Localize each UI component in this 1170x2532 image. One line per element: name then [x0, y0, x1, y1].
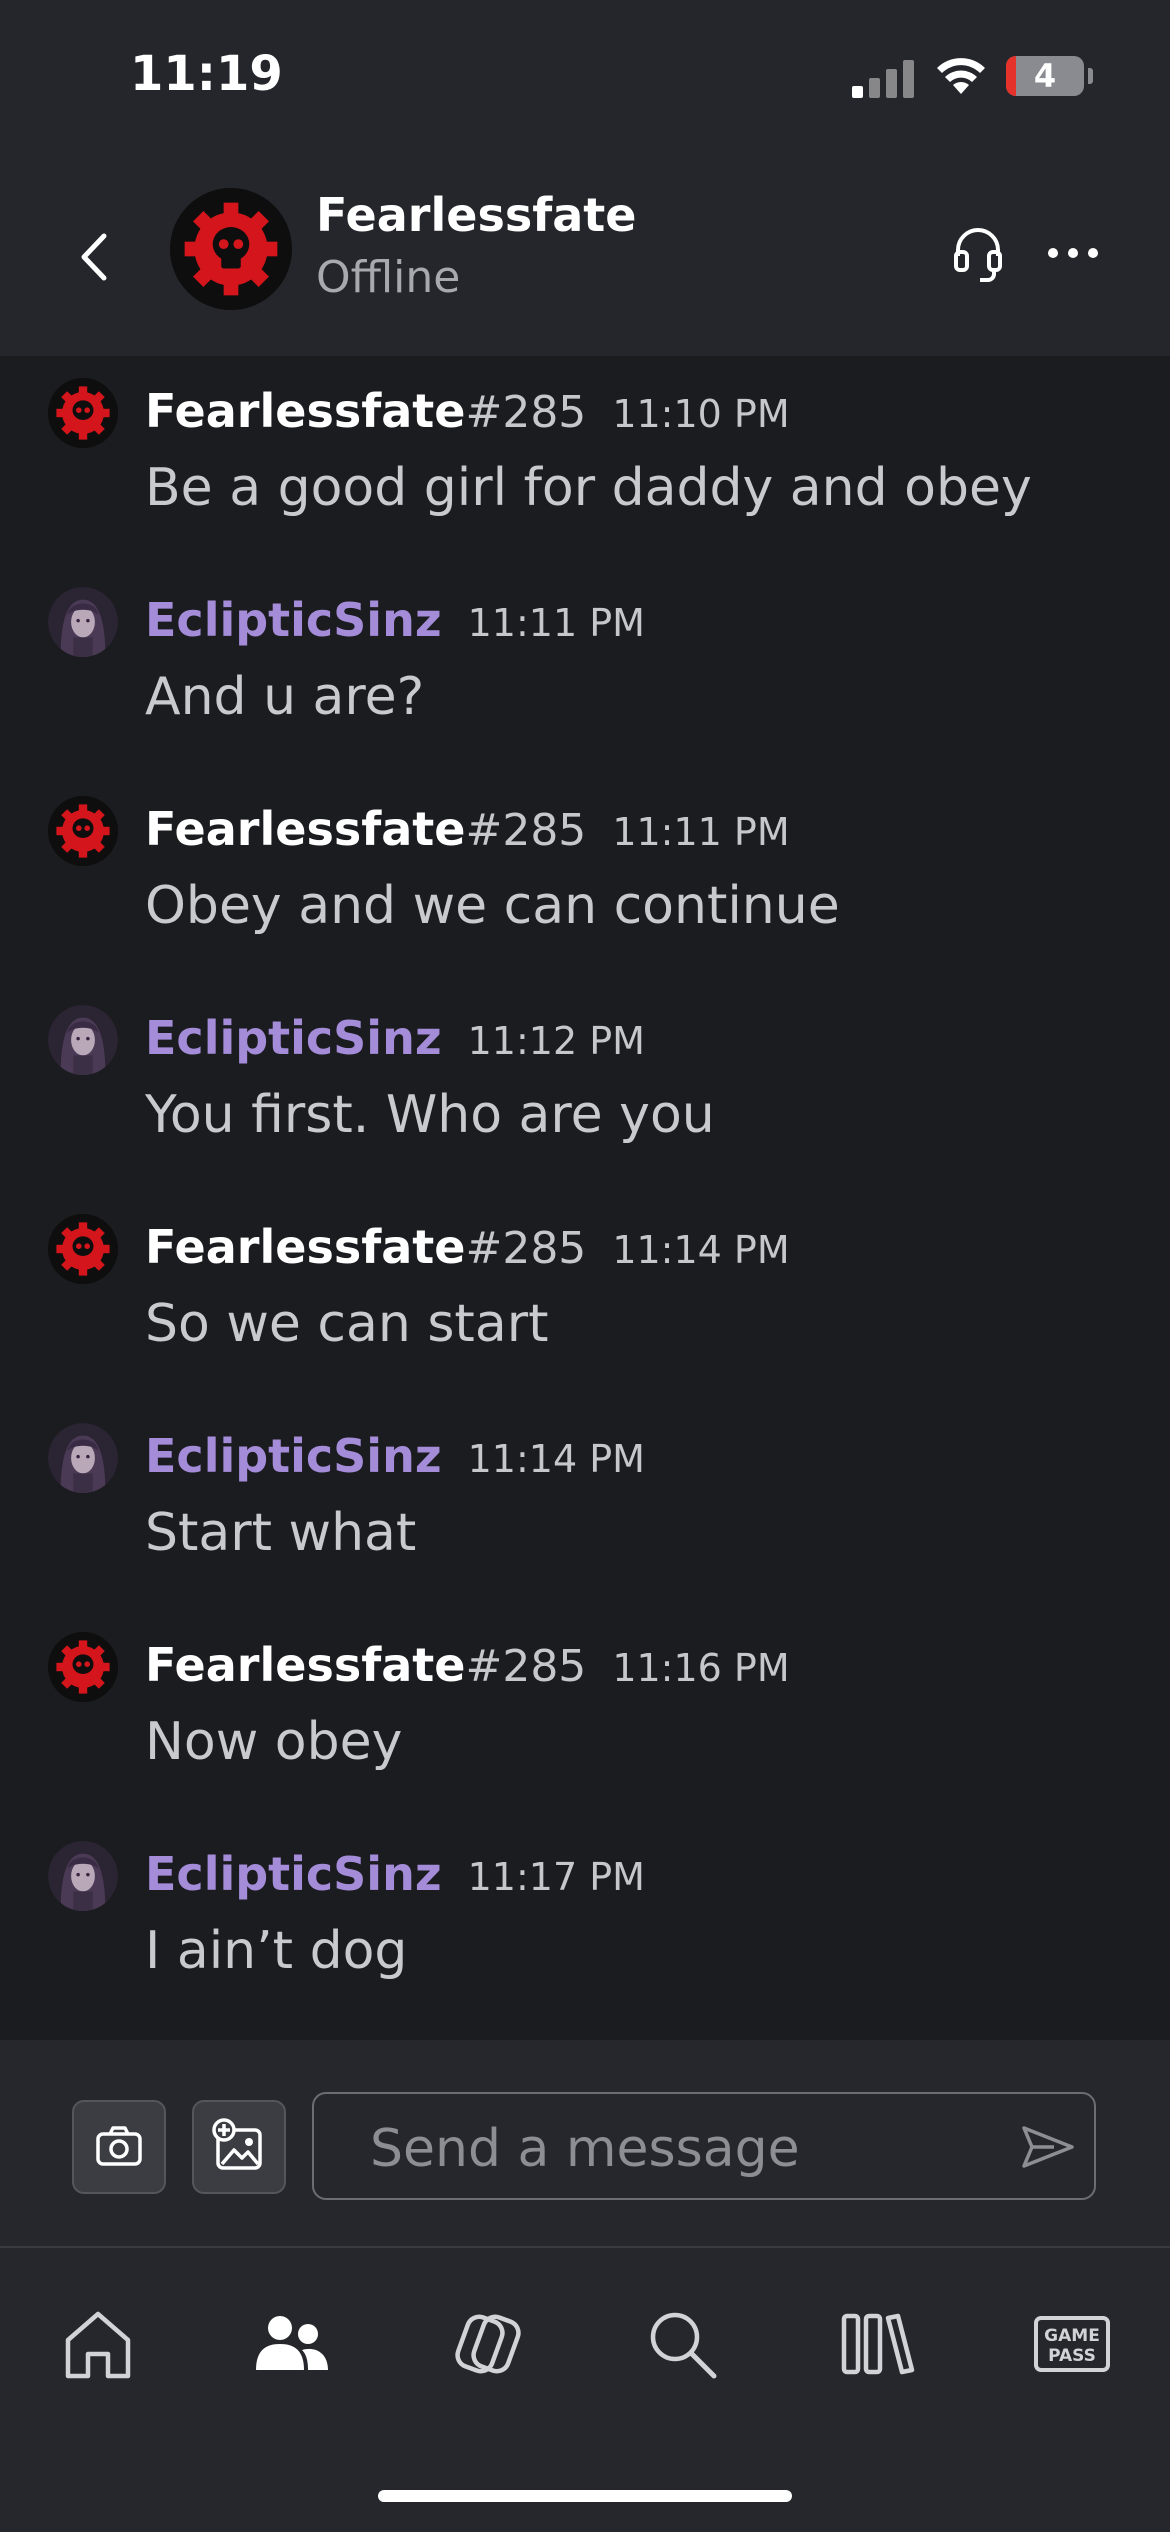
- message-item: Fearlessfate#285 11:14 PM So we can start: [0, 1192, 1170, 1392]
- message-header: Fearlessfate#285 11:10 PM: [145, 384, 790, 438]
- contact-status: Offline: [316, 252, 461, 303]
- social-tab-icon[interactable]: [252, 2304, 332, 2384]
- message-item: Fearlessfate#285 11:10 PM Be a good girl …: [0, 356, 1170, 556]
- message-time: 11:16 PM: [612, 1646, 790, 1690]
- message-input-container: [312, 2092, 1096, 2200]
- gear-skull-icon: [48, 1632, 118, 1702]
- sender-name[interactable]: EclipticSinz: [145, 1429, 442, 1483]
- home-tab-icon[interactable]: [58, 2304, 138, 2384]
- sender-tag: #285: [465, 387, 587, 438]
- message-text: Now obey: [145, 1712, 403, 1772]
- message-list: Fearlessfate#285 11:10 PM Be a good girl …: [0, 356, 1170, 2040]
- gear-skull-avatar[interactable]: [48, 796, 118, 866]
- user-avatar[interactable]: [48, 587, 118, 657]
- add-image-icon: [212, 2118, 262, 2170]
- message-item: EclipticSinz 11:14 PM Start what: [0, 1401, 1170, 1601]
- message-item: EclipticSinz 11:17 PM I ain’t dog: [0, 1819, 1170, 2019]
- library-tab-icon[interactable]: [838, 2304, 918, 2384]
- game-pass-label-1: GAME: [1044, 2326, 1100, 2346]
- gear-skull-icon: [48, 796, 118, 866]
- message-item: EclipticSinz 11:11 PM And u are?: [0, 565, 1170, 765]
- message-text: Obey and we can continue: [145, 876, 840, 936]
- user-avatar[interactable]: [48, 1423, 118, 1493]
- camera-button[interactable]: [72, 2100, 166, 2194]
- game-pass-tab-icon[interactable]: GAME PASS: [1032, 2304, 1112, 2384]
- message-time: 11:10 PM: [612, 392, 790, 436]
- wifi-icon: [937, 58, 985, 94]
- gear-skull-avatar[interactable]: [48, 1214, 118, 1284]
- message-header: Fearlessfate#285 11:16 PM: [145, 1638, 790, 1692]
- gear-skull-avatar[interactable]: [48, 1632, 118, 1702]
- message-text: You first. Who are you: [145, 1085, 715, 1145]
- add-image-button[interactable]: [192, 2100, 286, 2194]
- message-header: Fearlessfate#285 11:11 PM: [145, 802, 790, 856]
- sender-name[interactable]: EclipticSinz: [145, 593, 442, 647]
- send-icon[interactable]: [1020, 2122, 1076, 2172]
- search-tab-icon[interactable]: [642, 2304, 722, 2384]
- status-time: 11:19: [130, 46, 283, 102]
- sender-name[interactable]: EclipticSinz: [145, 1011, 442, 1065]
- portrait-avatar-icon: [48, 1005, 118, 1075]
- game-hub-tab-icon[interactable]: [448, 2304, 528, 2384]
- battery-tip: [1088, 68, 1093, 84]
- message-text: Start what: [145, 1503, 417, 1563]
- message-time: 11:14 PM: [612, 1228, 790, 1272]
- home-indicator: [378, 2490, 792, 2502]
- gear-skull-icon: [48, 1214, 118, 1284]
- more-options-icon[interactable]: [1046, 238, 1100, 268]
- message-header: EclipticSinz 11:11 PM: [145, 593, 645, 647]
- message-time: 11:12 PM: [467, 1019, 645, 1063]
- headset-icon[interactable]: [950, 222, 1006, 286]
- gear-skull-icon: [170, 188, 292, 310]
- message-time: 11:17 PM: [467, 1855, 645, 1899]
- message-time: 11:11 PM: [612, 810, 790, 854]
- sender-name[interactable]: Fearlessfate: [145, 384, 465, 438]
- message-header: EclipticSinz 11:17 PM: [145, 1847, 645, 1901]
- gear-skull-avatar[interactable]: [48, 378, 118, 448]
- message-header: Fearlessfate#285 11:14 PM: [145, 1220, 790, 1274]
- sender-name[interactable]: Fearlessfate: [145, 802, 465, 856]
- message-composer: [0, 2040, 1170, 2248]
- sender-tag: #285: [465, 1223, 587, 1274]
- user-avatar[interactable]: [48, 1841, 118, 1911]
- portrait-avatar-icon: [48, 1841, 118, 1911]
- message-input[interactable]: [368, 2108, 992, 2190]
- message-item: Fearlessfate#285 11:11 PM Obey and we can…: [0, 774, 1170, 974]
- message-text: Be a good girl for daddy and obey: [145, 458, 1032, 518]
- sender-tag: #285: [465, 805, 587, 856]
- back-chevron-icon[interactable]: [70, 222, 120, 292]
- status-bar: 11:19 4: [0, 0, 1170, 160]
- message-item: EclipticSinz 11:12 PM You first. Who are …: [0, 983, 1170, 1183]
- message-text: So we can start: [145, 1294, 549, 1354]
- battery-icon: 4: [1006, 56, 1084, 96]
- message-item: Fearlessfate#285 11:16 PM Now obey: [0, 1610, 1170, 1810]
- sender-name[interactable]: Fearlessfate: [145, 1638, 465, 1692]
- user-avatar[interactable]: [48, 1005, 118, 1075]
- sender-name[interactable]: EclipticSinz: [145, 1847, 442, 1901]
- camera-icon: [96, 2126, 142, 2166]
- message-header: EclipticSinz 11:14 PM: [145, 1429, 645, 1483]
- game-pass-label-2: PASS: [1048, 2346, 1096, 2366]
- message-text: I ain’t dog: [145, 1921, 408, 1981]
- battery-level: 4: [1033, 57, 1057, 95]
- conversation-header: Fearlessfate Offline: [0, 160, 1170, 356]
- contact-avatar[interactable]: [170, 188, 292, 310]
- contact-name: Fearlessfate: [316, 188, 637, 242]
- sender-name[interactable]: Fearlessfate: [145, 1220, 465, 1274]
- message-time: 11:14 PM: [467, 1437, 645, 1481]
- message-time: 11:11 PM: [467, 601, 645, 645]
- portrait-avatar-icon: [48, 1423, 118, 1493]
- gear-skull-icon: [48, 378, 118, 448]
- portrait-avatar-icon: [48, 587, 118, 657]
- message-text: And u are?: [145, 667, 425, 727]
- message-header: EclipticSinz 11:12 PM: [145, 1011, 645, 1065]
- sender-tag: #285: [465, 1641, 587, 1692]
- cellular-signal-icon: [852, 58, 914, 98]
